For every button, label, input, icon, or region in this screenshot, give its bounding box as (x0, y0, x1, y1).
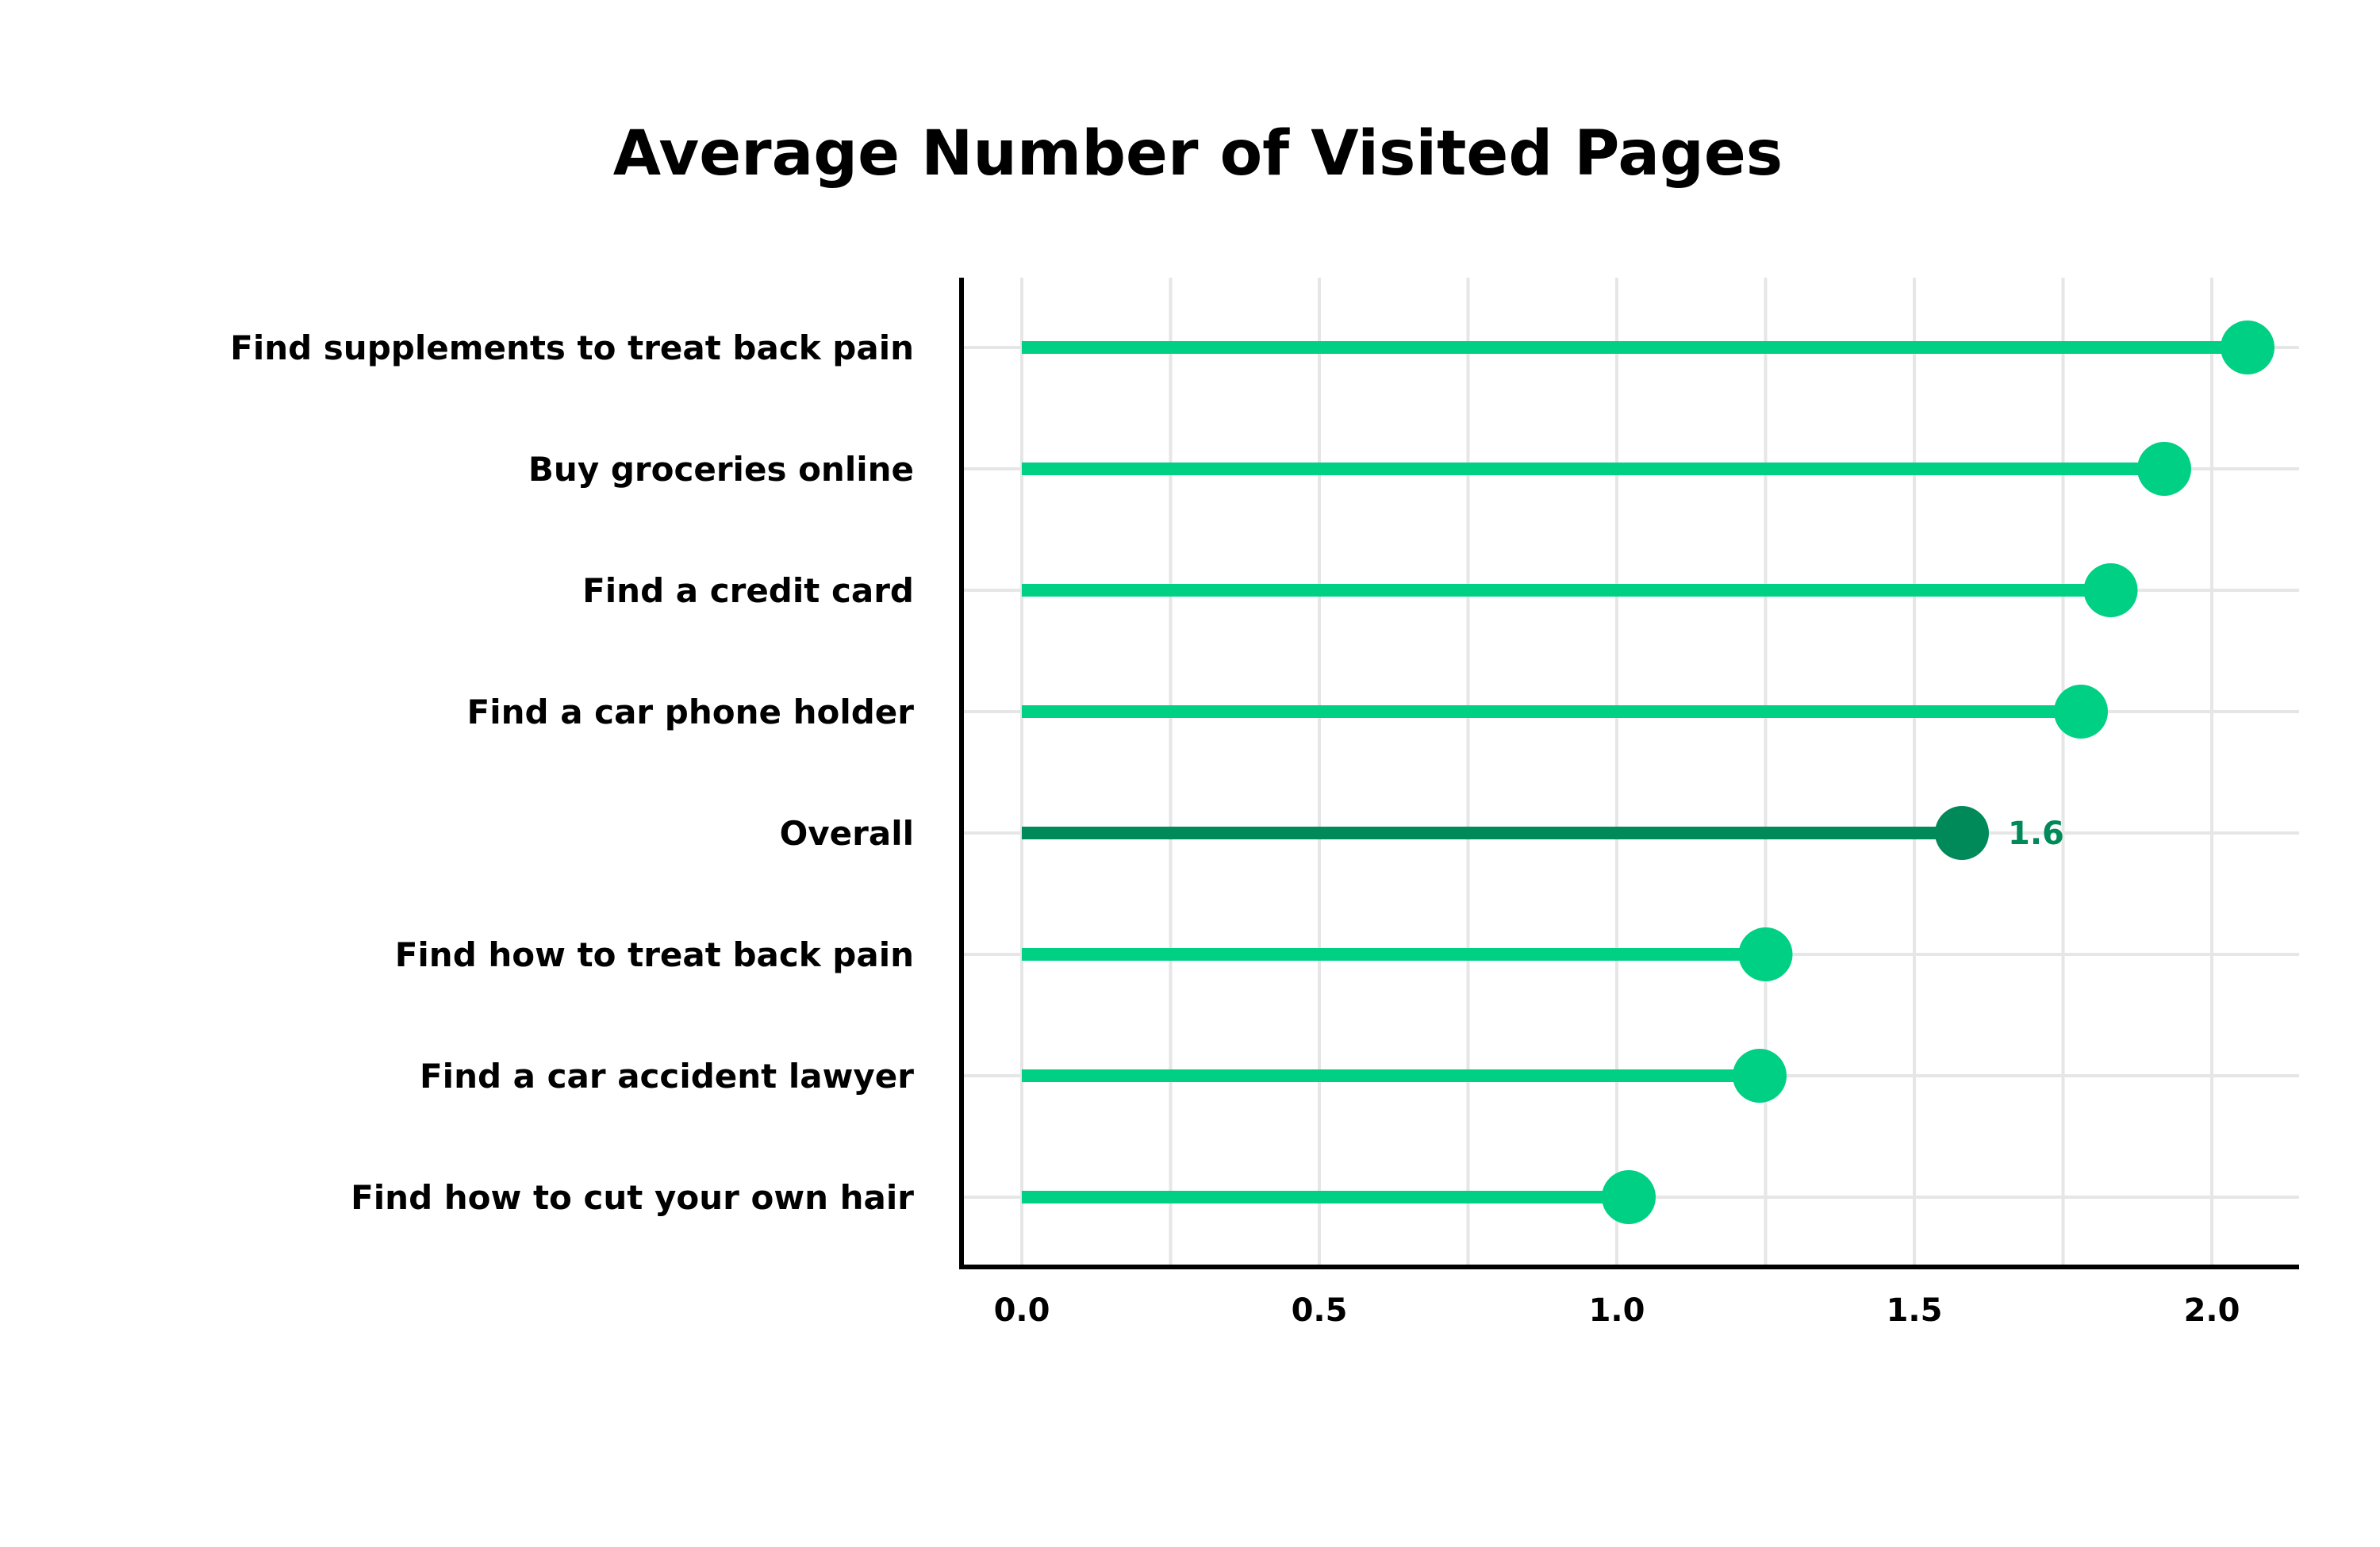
x-tick-label: 0.0 (994, 1292, 1050, 1329)
lollipop-dot (1733, 1049, 1787, 1103)
x-tick-label: 1.0 (1589, 1292, 1645, 1329)
lollipop-dot (1602, 1170, 1656, 1224)
chart-title: Average Number of Visited Pages (613, 118, 1783, 190)
category-label: Find how to treat back pain (395, 935, 914, 974)
lollipop-dot (1738, 927, 1793, 981)
x-tick-label: 0.5 (1292, 1292, 1348, 1329)
lollipop-dot (2054, 685, 2108, 739)
lollipop-dot (1935, 806, 1989, 860)
chart: Average Number of Visited Pages 0.0 0.5 1.… (0, 0, 2380, 1547)
category-label: Find a car accident lawyer (420, 1057, 914, 1096)
data-label: 1.6 (2008, 816, 2064, 852)
category-label: Overall (780, 814, 914, 853)
lollipop-chart: Average Number of Visited Pages 0.0 0.5 1.… (0, 0, 2380, 1547)
category-label: Find a car phone holder (467, 693, 915, 731)
lollipop-dot (2137, 442, 2191, 496)
lollipop-dot (2221, 321, 2274, 374)
x-tick-label: 1.5 (1887, 1292, 1943, 1329)
x-tick-label: 2.0 (2184, 1292, 2240, 1329)
category-label: Find how to cut your own hair (351, 1178, 914, 1217)
category-label: Find a credit card (582, 571, 914, 610)
category-label: Buy groceries online (528, 450, 914, 489)
category-label: Find supplements to treat back pain (230, 328, 914, 367)
lollipop-dot (2083, 563, 2138, 617)
